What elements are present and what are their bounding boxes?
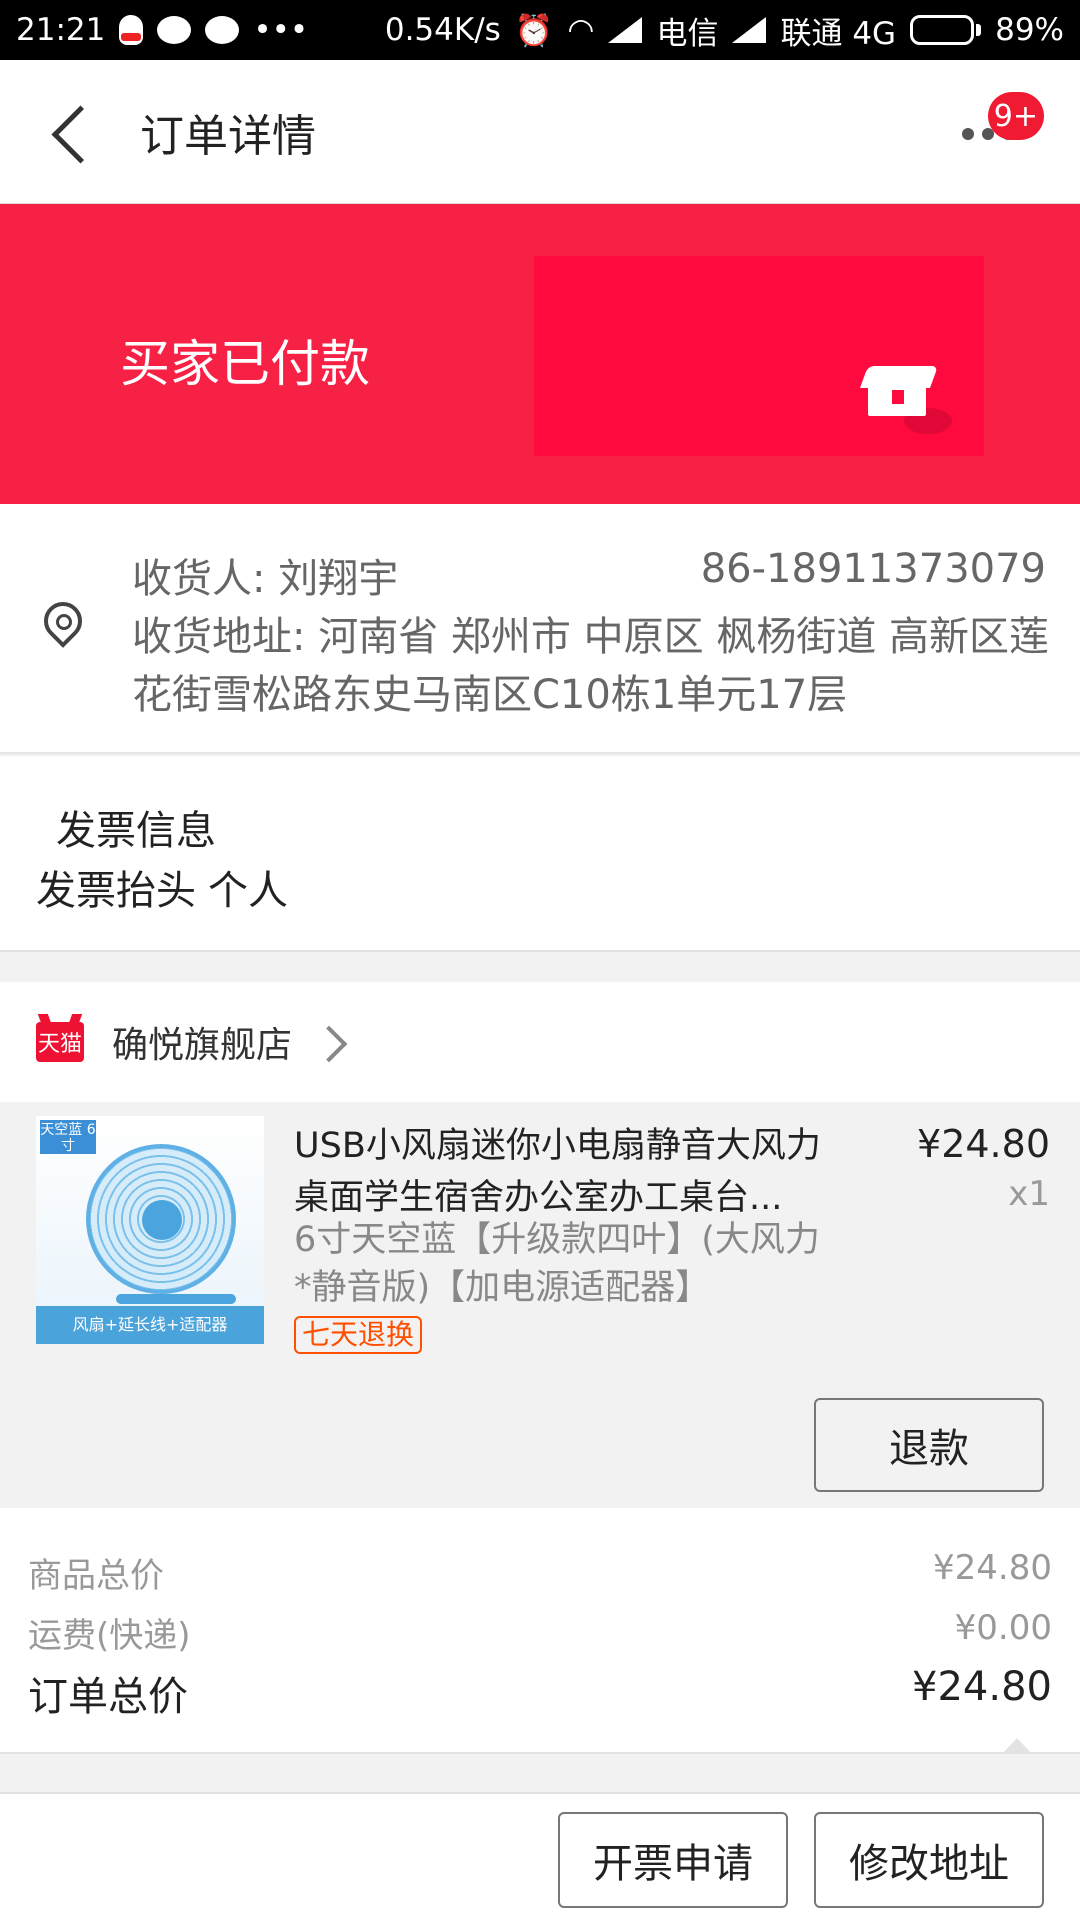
invoice-apply-button[interactable]: 开票申请 — [558, 1812, 788, 1908]
receiver-address: 收货地址: 河南省 郑州市 中原区 枫杨街道 高新区莲花街雪松路东史马南区C10… — [132, 614, 1050, 718]
qq-icon — [119, 15, 144, 45]
product-quantity: x1 — [1008, 1174, 1050, 1214]
more-menu-button[interactable]: 9+ — [954, 92, 1044, 166]
order-total-label: 订单总价 — [28, 1674, 188, 1720]
battery-icon — [910, 15, 982, 45]
caret-up-icon — [1002, 1738, 1032, 1754]
status-more: ••• — [253, 12, 309, 48]
receiver-phone: 86-18911373079 — [700, 546, 1046, 592]
shipping-label: 运费(快递) — [28, 1616, 191, 1656]
product-item[interactable]: 天空蓝 6寸 风扇+延长线+适配器 USB小风扇迷你小电扇静音大风力桌面学生宿舍… — [0, 1102, 1080, 1508]
order-total-value: ¥24.80 — [912, 1664, 1052, 1710]
shop-name: 确悦旗舰店 — [112, 1025, 293, 1066]
invoice-header-label: 发票抬头 — [36, 868, 196, 914]
product-image[interactable]: 天空蓝 6寸 风扇+延长线+适配器 — [36, 1116, 264, 1344]
page-title: 订单详情 — [140, 110, 316, 162]
invoice-title: 发票信息 — [56, 808, 216, 854]
product-image-strip: 风扇+延长线+适配器 — [36, 1306, 264, 1344]
nav-bar: 订单详情 9+ — [0, 60, 1080, 204]
product-sku: 6寸天空蓝【升级款四叶】(大风力*静音版)【加电源适配器】 — [294, 1220, 820, 1308]
refund-button[interactable]: 退款 — [814, 1398, 1044, 1492]
wifi-icon: ◠ — [567, 12, 595, 48]
order-total-row: 订单总价 ¥24.80 — [28, 1664, 1052, 1722]
goods-total-label: 商品总价 — [28, 1556, 164, 1596]
shipping-row: 运费(快递) ¥0.00 — [28, 1608, 1052, 1657]
modify-address-button[interactable]: 修改地址 — [814, 1812, 1044, 1908]
network-speed: 0.54K/s — [384, 12, 501, 48]
status-bar: 21:21 ••• 0.54K/s ⏰ ◠ 电信 联通 4G 89% — [0, 0, 1080, 60]
invoice-section: 发票信息 发票抬头 个人 — [0, 756, 1080, 952]
shipping-value: ¥0.00 — [954, 1608, 1052, 1648]
chevron-right-icon — [316, 1027, 346, 1057]
back-arrow-icon[interactable] — [40, 92, 120, 172]
invoice-header-value: 个人 — [208, 868, 288, 914]
fan-stand — [116, 1294, 236, 1304]
banner-illustration — [534, 256, 984, 456]
invoice-header-row: 发票抬头 个人 — [36, 858, 288, 916]
product-image-tag: 天空蓝 6寸 — [40, 1120, 96, 1154]
package-box-icon — [859, 366, 952, 434]
bottom-action-bar: 开票申请 修改地址 — [0, 1792, 1080, 1920]
order-status-text: 买家已付款 — [120, 335, 370, 393]
tmall-logo-icon: 天猫 — [36, 1022, 84, 1062]
shop-row[interactable]: 天猫 确悦旗舰店 — [0, 982, 1080, 1102]
wechat-icon — [157, 16, 192, 44]
fan-illustration — [86, 1144, 236, 1294]
carrier-2: 联通 4G — [780, 15, 897, 52]
goods-total-value: ¥24.80 — [933, 1548, 1052, 1588]
notification-badge: 9+ — [987, 92, 1044, 140]
receiver-address-section[interactable]: 收货人: 刘翔宇 86-18911373079 收货地址: 河南省 郑州市 中原… — [0, 504, 1080, 754]
receiver-name: 收货人: 刘翔宇 — [132, 556, 399, 602]
product-title[interactable]: USB小风扇迷你小电扇静音大风力桌面学生宿舍办公室办工桌台... — [294, 1120, 834, 1224]
status-bar-left: 21:21 ••• — [16, 12, 308, 48]
signal-icon-2 — [732, 17, 767, 43]
seven-day-return-badge: 七天退换 — [294, 1316, 423, 1354]
wechat-icon-2 — [205, 16, 240, 44]
status-time: 21:21 — [16, 12, 106, 48]
order-status-banner: 买家已付款 — [0, 204, 1080, 504]
signal-icon — [608, 17, 643, 43]
carrier-1: 电信 — [656, 15, 719, 52]
product-price: ¥24.80 — [917, 1122, 1050, 1166]
price-summary: 商品总价 ¥24.80 运费(快递) ¥0.00 订单总价 ¥24.80 — [0, 1508, 1080, 1754]
location-pin-icon — [44, 602, 80, 652]
battery-percent: 89% — [995, 12, 1064, 48]
goods-total-row: 商品总价 ¥24.80 — [28, 1548, 1052, 1597]
alarm-icon: ⏰ — [514, 12, 554, 49]
status-bar-right: 0.54K/s ⏰ ◠ 电信 联通 4G 89% — [385, 8, 1064, 53]
